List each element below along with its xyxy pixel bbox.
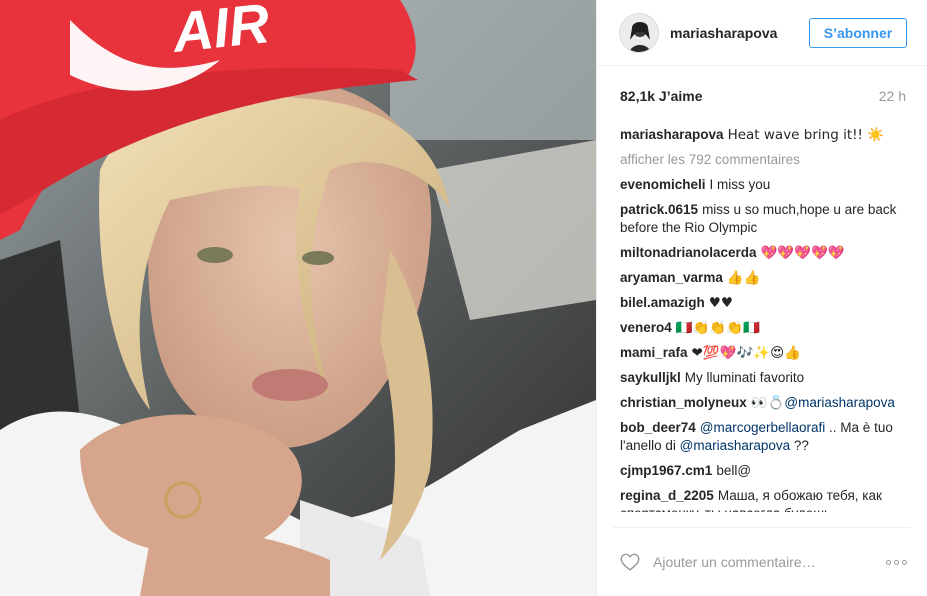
comment-text: 👍👍 [726, 270, 761, 286]
post-meta: 82,1k J’aime 22 h [597, 66, 927, 126]
comment-item: venero4 🇮🇹👏👏👏🇮🇹 [620, 319, 911, 337]
comment-user[interactable]: regina_d_2205 [620, 488, 714, 503]
caption-text: Heat wave bring it!! ☀️ [727, 127, 885, 143]
comment-text: 🇮🇹👏👏👏🇮🇹 [675, 320, 760, 336]
follow-button[interactable]: S’abonner [809, 17, 907, 48]
comment-mention[interactable]: @mariasharapova [680, 438, 791, 453]
avatar-image [620, 13, 658, 52]
author-username[interactable]: mariasharapova [670, 25, 809, 41]
comment-item: bilel.amazigh ♥♥ [620, 294, 911, 312]
comment-text: ?? [790, 438, 809, 453]
comment-user[interactable]: miltonadrianolacerda [620, 245, 757, 260]
post-side-panel: mariasharapova S’abonner 82,1k J’aime 22… [596, 0, 927, 596]
view-all-comments-link[interactable]: afficher les 792 commentaires [620, 151, 911, 169]
comment-text: I miss you [709, 177, 771, 192]
heart-outline-icon[interactable] [619, 551, 641, 573]
comment-user[interactable]: venero4 [620, 320, 672, 335]
selfie-illustration: AIR [0, 0, 596, 596]
comment-item: saykulljkl My lluminati favorito [620, 369, 911, 387]
comment-item: evenomicheli I miss you [620, 176, 911, 194]
dot-icon [894, 559, 899, 565]
likes-count[interactable]: 82,1k J’aime [620, 88, 703, 104]
comment-user[interactable]: mami_rafa [620, 345, 688, 360]
comment-text: 👀💍 [750, 395, 785, 411]
comment-text: ❤💯💖🎶✨😍👍 [691, 345, 801, 361]
comment-item: regina_d_2205Маша, я обожаю тебя, как сп… [620, 487, 911, 512]
comment-user[interactable]: evenomicheli [620, 177, 706, 192]
comment-user[interactable]: christian_molyneux [620, 395, 747, 410]
comment-item: cjmp1967.cm1 bell@ [620, 462, 911, 480]
comment-item: mami_rafa ❤💯💖🎶✨😍👍 [620, 344, 911, 362]
post-timestamp[interactable]: 22 h [879, 88, 906, 104]
caption: mariasharapova Heat wave bring it!! ☀️ [620, 126, 911, 144]
post-header: mariasharapova S’abonner [597, 0, 927, 66]
comments-section: mariasharapova Heat wave bring it!! ☀️ af… [597, 126, 927, 527]
comment-user[interactable]: bob_deer74 [620, 420, 696, 435]
comments-scroll-area[interactable]: mariasharapova Heat wave bring it!! ☀️ af… [620, 126, 911, 512]
comment-user[interactable]: cjmp1967.cm1 [620, 463, 712, 478]
cap-text: AIR [168, 0, 273, 64]
comment-item: bob_deer74 @marcogerbellaorafi .. Ma è tu… [620, 419, 911, 455]
post-photo[interactable]: AIR [0, 0, 596, 596]
dot-icon [886, 559, 891, 565]
comment-item: miltonadrianolacerda 💖💖💖💖💖 [620, 244, 911, 262]
comment-text: ♥♥ [708, 295, 733, 311]
instagram-post: AIR mariasharapova S’abonner 82,1k J’aim… [0, 0, 927, 596]
comment-item: aryaman_varma 👍👍 [620, 269, 911, 287]
comment-text: bell@ [716, 463, 752, 478]
comment-user[interactable]: bilel.amazigh [620, 295, 705, 310]
more-options-icon[interactable] [886, 559, 911, 565]
add-comment-input[interactable] [653, 554, 886, 570]
comment-text: 💖💖💖💖💖 [760, 245, 845, 261]
comment-text: My lluminati favorito [684, 370, 805, 385]
comment-user[interactable]: aryaman_varma [620, 270, 723, 285]
comment-user[interactable]: patrick.0615 [620, 202, 698, 217]
comment-item: christian_molyneux 👀💍@mariasharapova [620, 394, 911, 412]
dot-icon [902, 559, 907, 565]
comment-mention[interactable]: @marcogerbellaorafi [700, 420, 826, 435]
avatar[interactable] [619, 12, 659, 53]
comment-mention[interactable]: @mariasharapova [784, 395, 895, 410]
post-footer [613, 527, 911, 596]
comment-item: patrick.0615 miss u so much,hope u are ba… [620, 201, 911, 237]
caption-user[interactable]: mariasharapova [620, 127, 724, 142]
comment-user[interactable]: saykulljkl [620, 370, 681, 385]
